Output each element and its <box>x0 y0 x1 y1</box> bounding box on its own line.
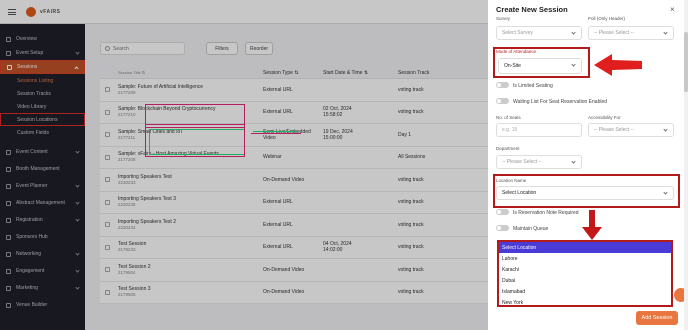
chevron-down-icon <box>663 127 668 132</box>
waiting-list-toggle[interactable] <box>496 98 509 104</box>
modal-backdrop[interactable] <box>0 0 488 330</box>
annotation-arrow-down <box>582 210 602 240</box>
limited-seating-toggle[interactable] <box>496 82 509 88</box>
survey-select[interactable]: Select Survey <box>496 26 582 40</box>
poll-select[interactable]: -- Please Select -- <box>588 26 674 40</box>
annotation-arrow-left <box>594 54 642 76</box>
location-option[interactable]: Karachi <box>499 264 671 275</box>
highlight-box <box>493 174 680 208</box>
chevron-down-icon <box>571 159 576 164</box>
highlight-box <box>493 47 590 78</box>
panel-title: Create New Session <box>496 5 568 14</box>
location-option[interactable]: New York <box>499 297 671 308</box>
maintain-queue-toggle[interactable] <box>496 225 509 231</box>
location-option[interactable]: Islamabad <box>499 286 671 297</box>
add-session-button[interactable]: Add Session <box>636 311 678 325</box>
reservation-note-toggle[interactable] <box>496 209 509 215</box>
location-option[interactable]: Dubai <box>499 275 671 286</box>
limited-seating-label: Is Limited Seating <box>513 83 553 89</box>
location-option[interactable]: Select Location <box>499 242 671 253</box>
scrollbar-thumb[interactable] <box>684 32 688 92</box>
waiting-list-label: Waiting List For Seat Reservation Enable… <box>513 99 608 105</box>
close-icon[interactable]: × <box>670 5 675 14</box>
chevron-down-icon <box>571 30 576 35</box>
location-dropdown-list: Select Location Lahore Karachi Dubai Isl… <box>497 240 673 307</box>
survey-label: Survey <box>496 16 511 21</box>
maintain-queue-label: Maintain Queue <box>513 226 549 232</box>
department-select[interactable]: -- Please Select -- <box>496 155 582 169</box>
department-label: Department <box>496 146 520 151</box>
chevron-down-icon <box>663 30 668 35</box>
reservation-note-label: Is Reservation Note Required <box>513 210 579 216</box>
location-option[interactable]: Lahore <box>499 253 671 264</box>
accessibility-label: Accessibility For <box>588 115 621 120</box>
seats-input[interactable]: e.g. 15 <box>496 123 582 137</box>
accessibility-select[interactable]: -- Please Select -- <box>588 123 674 137</box>
poll-label: Poll (Only Header) <box>588 16 626 21</box>
seats-label: No. of Seats <box>496 115 521 120</box>
